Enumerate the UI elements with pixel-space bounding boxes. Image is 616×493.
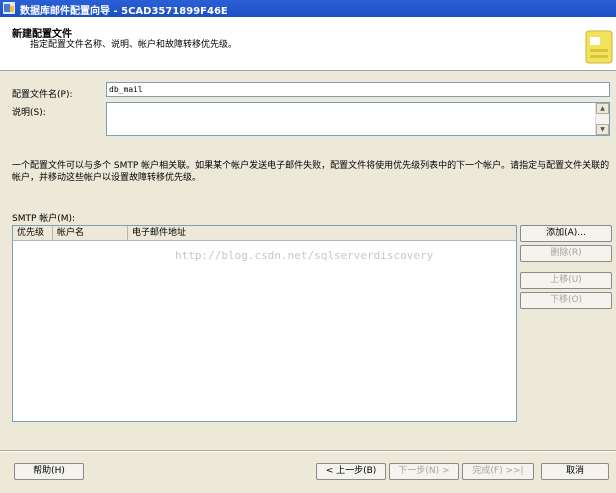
profile-name-field[interactable] [106,82,610,97]
help-button[interactable]: 帮助(H) [14,463,84,480]
column-header-email-address[interactable]: 电子邮件地址 [128,226,516,241]
profile-name-input[interactable] [107,83,609,96]
window-title: 数据库邮件配置向导 - 5CAD3571899F46E [20,6,228,17]
page-subtitle: 指定配置文件名称、说明、帐户和故障转移优先级。 [30,40,238,50]
next-button[interactable]: 下一步(N) > [389,463,459,480]
description-scrollbar[interactable]: ▲ ▼ [595,103,609,135]
scroll-up-icon[interactable]: ▲ [596,103,609,114]
footer-divider [0,450,616,452]
description-field[interactable]: ▲ ▼ [106,102,610,136]
remove-account-button[interactable]: 删除(R) [520,245,612,262]
finish-button[interactable]: 完成(F) >>| [462,463,534,480]
cancel-button[interactable]: 取消 [541,463,609,480]
back-button[interactable]: < 上一步(B) [316,463,386,480]
window-titlebar[interactable]: 数据库邮件配置向导 - 5CAD3571899F46E [0,0,616,17]
smtp-accounts-label: SMTP 帐户(M): [12,214,76,224]
database-mail-icon [3,2,15,14]
profile-info-text: 一个配置文件可以与多个 SMTP 帐户相关联。如果某个帐户发送电子邮件失败，配置… [12,161,610,183]
move-down-button[interactable]: 下移(O) [520,292,612,309]
scroll-down-icon[interactable]: ▼ [596,124,609,135]
watermark-text: http://blog.csdn.net/sqlserverdiscovery [175,249,434,262]
column-header-priority[interactable]: 优先级 [13,226,53,241]
wizard-header: 新建配置文件 指定配置文件名称、说明、帐户和故障转移优先级。 [0,17,616,71]
description-label: 说明(S): [12,108,46,118]
move-up-button[interactable]: 上移(U) [520,272,612,289]
column-header-account-name[interactable]: 帐户名 [53,226,128,241]
add-account-button[interactable]: 添加(A)... [520,225,612,242]
database-wizard-icon [585,30,613,64]
profile-name-label: 配置文件名(P): [12,90,73,100]
